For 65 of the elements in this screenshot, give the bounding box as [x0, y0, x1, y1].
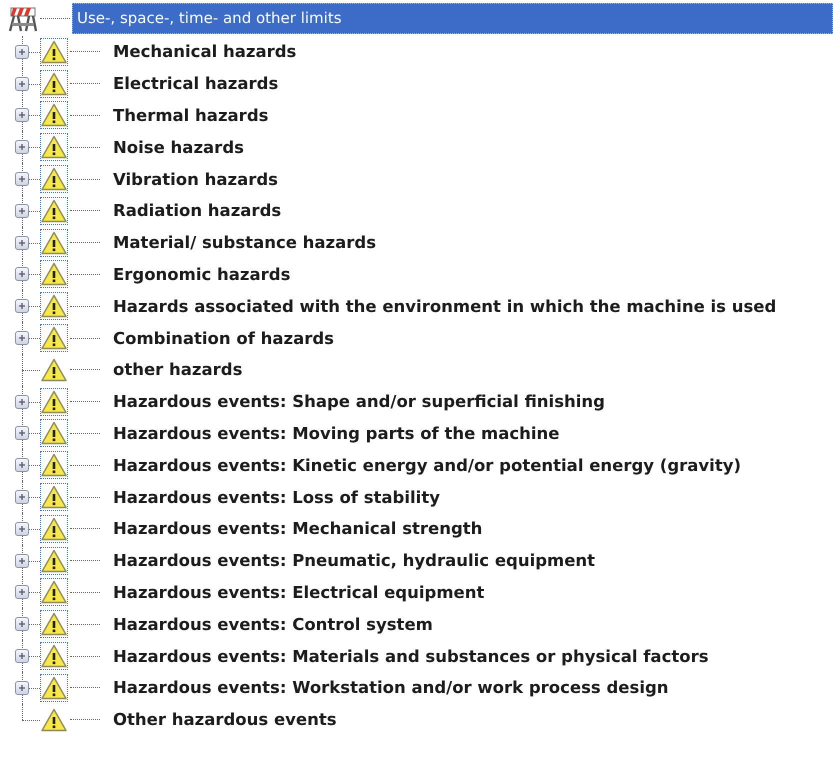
expand-button[interactable] [15, 394, 29, 409]
warning-icon [41, 390, 67, 414]
tree-item[interactable]: Hazardous events: Electrical equipment [110, 580, 488, 604]
tree-item[interactable]: Hazardous events: Shape and/or superficial finishing [110, 390, 608, 414]
tree-item[interactable]: Hazardous events: Mechanical strength [110, 517, 486, 540]
warning-icon [41, 167, 67, 192]
tree-item[interactable]: Use-, space-, time- and other limits [72, 2, 833, 34]
warning-icon [41, 198, 67, 223]
warning-icon [41, 644, 67, 668]
expand-button[interactable] [15, 331, 29, 346]
warning-icon [41, 262, 67, 286]
expand-button[interactable] [15, 44, 29, 59]
warning-icon [41, 230, 67, 255]
expand-button[interactable] [15, 108, 29, 122]
tree-item[interactable]: Hazardous events: Loss of stability [110, 486, 443, 509]
warning-icon [41, 294, 67, 318]
tree-item[interactable]: Other hazardous events [110, 708, 340, 732]
expand-button[interactable] [15, 76, 29, 91]
tree-item[interactable]: Thermal hazards [110, 104, 272, 127]
expand-button[interactable] [15, 522, 29, 536]
warning-icon [41, 516, 67, 541]
tree-item[interactable]: Material/ substance hazards [110, 231, 380, 254]
expand-button[interactable] [15, 585, 29, 600]
warning-icon [41, 453, 67, 478]
expand-button[interactable] [15, 172, 29, 186]
tree-item[interactable]: Hazards associated with the environment in which the machine is used [110, 294, 780, 318]
tree-item[interactable]: Hazardous events: Moving parts of the machine [110, 422, 562, 445]
warning-icon [41, 103, 67, 128]
expand-button[interactable] [15, 426, 29, 440]
tree-item[interactable]: Ergonomic hazards [110, 262, 294, 286]
expand-button[interactable] [15, 554, 29, 568]
warning-icon [41, 708, 67, 732]
expand-button[interactable] [15, 649, 29, 664]
warning-icon [41, 326, 67, 350]
warning-icon [41, 72, 67, 96]
warning-icon [41, 580, 67, 604]
tree-item[interactable]: Noise hazards [110, 136, 247, 159]
tree-item[interactable]: Combination of hazards [110, 326, 338, 350]
warning-icon [41, 421, 67, 446]
warning-icon [41, 612, 67, 636]
warning-icon [41, 676, 67, 700]
tree-item[interactable]: Radiation hazards [110, 199, 284, 222]
warning-icon [41, 358, 67, 382]
warning-icon [41, 548, 67, 573]
tree-item[interactable]: Hazardous events: Materials and substances or physical factors [110, 644, 712, 668]
expand-button[interactable] [15, 204, 29, 218]
tree-item[interactable]: Mechanical hazards [110, 40, 300, 64]
expand-button[interactable] [15, 236, 29, 250]
tree-item[interactable]: Hazardous events: Pneumatic, hydraulic equipment [110, 549, 598, 572]
expand-button[interactable] [15, 140, 29, 154]
expand-button[interactable] [15, 458, 29, 472]
expand-button[interactable] [15, 267, 29, 282]
tree-item[interactable]: Vibration hazards [110, 168, 281, 191]
tree-item[interactable]: Hazardous events: Workstation and/or work process design [110, 676, 672, 700]
warning-icon [41, 135, 67, 160]
expand-button[interactable] [15, 490, 29, 504]
warning-icon [41, 40, 67, 64]
tree-item[interactable]: Hazardous events: Kinetic energy and/or potential energy (gravity) [110, 454, 744, 477]
expand-button[interactable] [15, 680, 29, 695]
expand-button[interactable] [15, 617, 29, 632]
tree-item[interactable]: Electrical hazards [110, 72, 282, 96]
warning-icon [41, 485, 67, 510]
tree-item[interactable]: Hazardous events: Control system [110, 612, 436, 636]
expand-button[interactable] [15, 299, 29, 314]
tree-item[interactable]: other hazards [110, 358, 246, 382]
